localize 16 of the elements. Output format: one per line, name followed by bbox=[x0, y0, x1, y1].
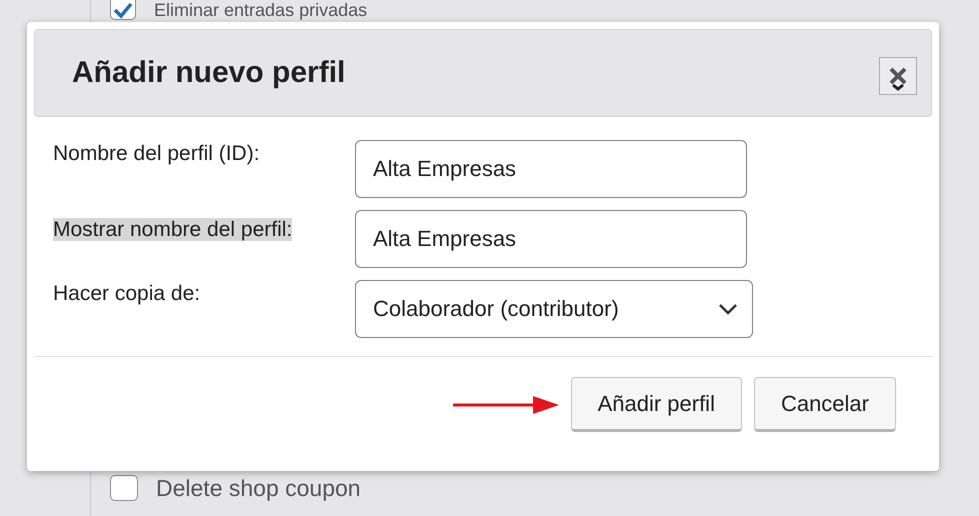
field-label: Hacer copia de: bbox=[53, 282, 200, 305]
text-input[interactable]: Alta Empresas bbox=[355, 140, 747, 198]
dialog-button[interactable]: Añadir perfil bbox=[570, 377, 742, 432]
checkbox-label: Eliminar entradas privadas bbox=[154, 0, 368, 20]
dialog-title: Añadir nuevo perfil bbox=[72, 56, 346, 90]
dialog-button[interactable]: Cancelar bbox=[754, 377, 896, 432]
close-icon[interactable] bbox=[879, 57, 917, 95]
select-dropdown[interactable]: Colaborador (contributor) bbox=[355, 280, 753, 338]
arrow-icon bbox=[452, 394, 559, 414]
field-label: Mostrar nombre del perfil: bbox=[53, 218, 292, 241]
checkbox[interactable] bbox=[110, 475, 138, 501]
checkbox-label: Delete shop coupon bbox=[156, 474, 361, 502]
field-label: Nombre del perfil (ID): bbox=[53, 142, 260, 165]
text-input[interactable]: Alta Empresas bbox=[355, 210, 747, 268]
chevron-down-icon bbox=[718, 303, 738, 315]
checkbox[interactable] bbox=[110, 0, 136, 20]
